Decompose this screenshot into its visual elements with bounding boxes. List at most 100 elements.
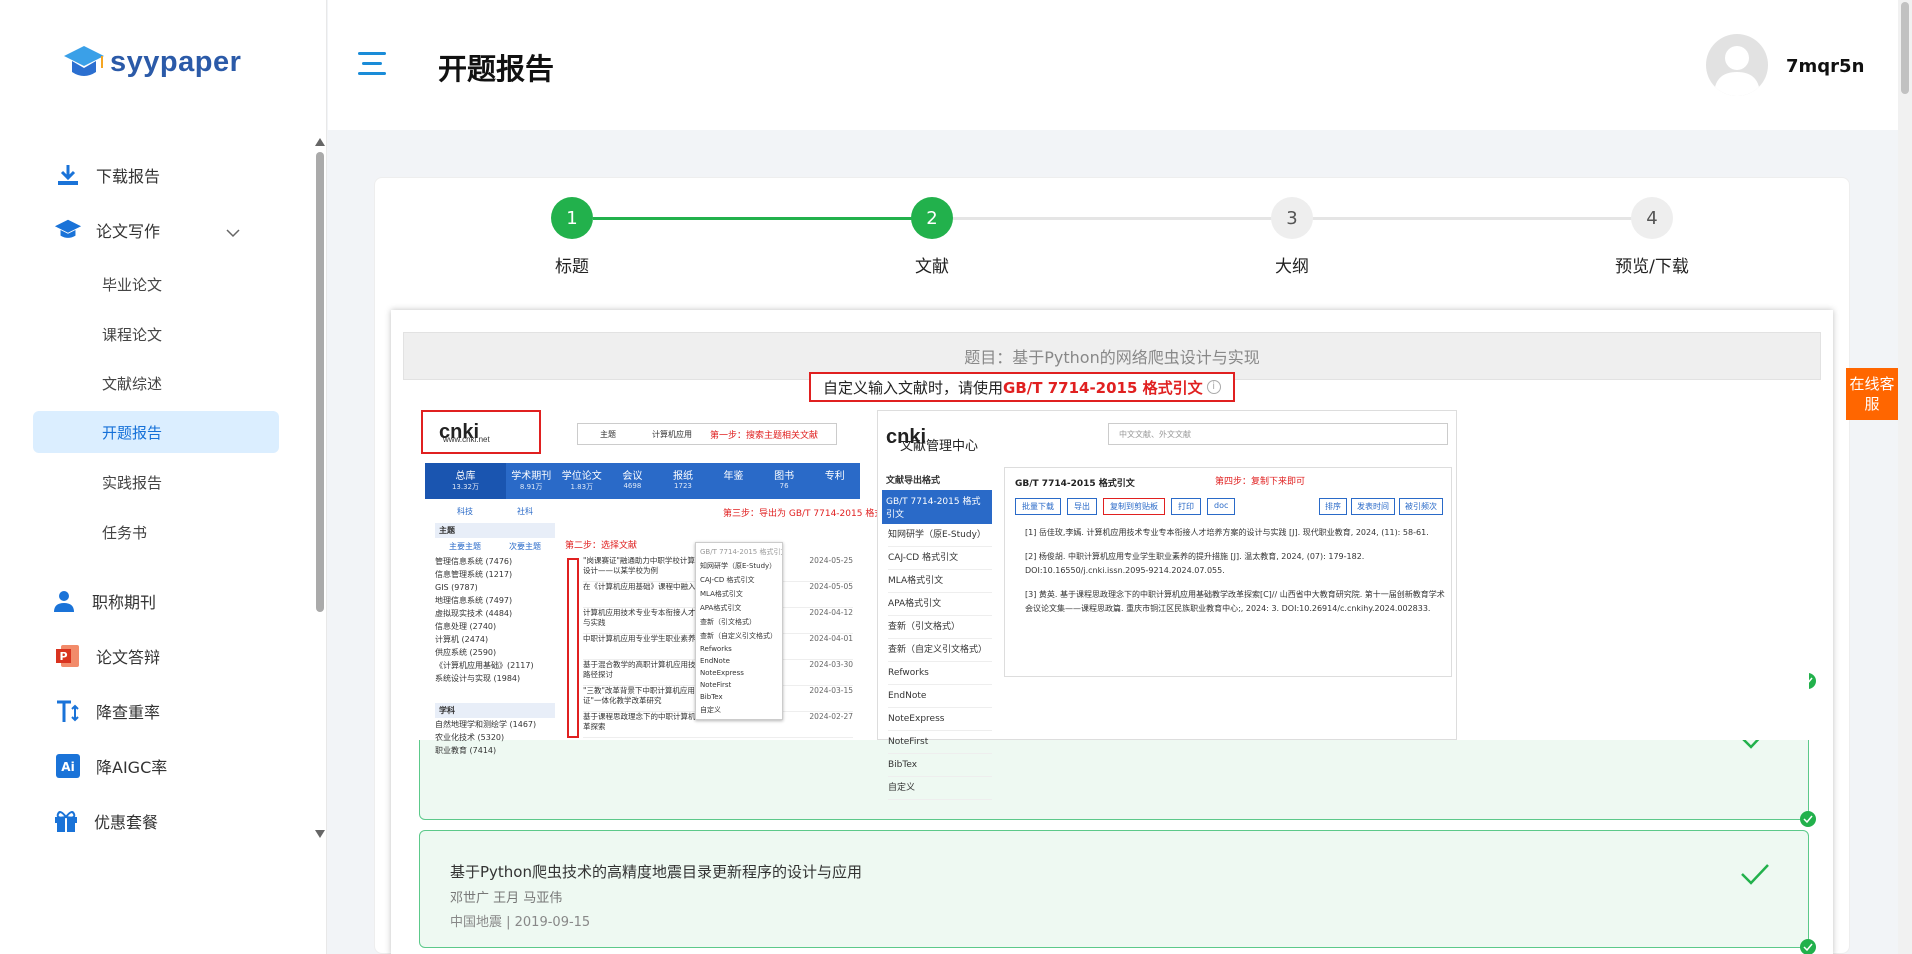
step-4-label: 预览/下载 (1615, 257, 1689, 277)
avatar[interactable] (1706, 34, 1768, 96)
export-menu-item[interactable]: GB/T 7714-2015 格式引文 (696, 545, 782, 559)
sidebar-sub-literature-review[interactable]: 文献综述 (102, 362, 162, 404)
sidebar-item-packages[interactable]: 优惠套餐 (52, 800, 158, 842)
sort-button[interactable]: 排序 (1319, 498, 1347, 515)
info-icon[interactable]: i (1206, 380, 1221, 394)
export-format-item[interactable]: 知网研学（原E-Study） (888, 524, 992, 547)
export-format-item[interactable]: 查新（自定义引文格式） (888, 639, 992, 662)
export-menu-item[interactable]: 自定义 (696, 703, 782, 717)
online-support-label: 在线客服 (1849, 375, 1895, 413)
export-format-item[interactable]: MLA格式引文 (888, 570, 992, 593)
export-format-item[interactable]: NoteExpress (888, 708, 992, 731)
cnki-tab[interactable]: 总库 13.32万 (425, 463, 506, 499)
reference-card[interactable]: 基于Python爬虫技术的高精度地震目录更新程序的设计与应用 邓世广 王月 马亚… (419, 830, 1816, 954)
cnki-tab[interactable]: 年鉴 (708, 463, 759, 499)
export-menu-item[interactable]: 查新（引文格式） (696, 615, 782, 629)
step-2-circle[interactable]: 2 (911, 197, 953, 239)
export-menu-item[interactable]: CAJ-CD 格式引文 (696, 573, 782, 587)
cnki-tab-label: 专利 (824, 471, 845, 482)
mgmt-button[interactable]: doc (1207, 498, 1236, 515)
export-menu-item[interactable]: APA格式引文 (696, 601, 782, 615)
cnki-search-box: 主题 计算机应用 第一步：搜索主题相关文献 (577, 423, 837, 445)
sidebar-item-journal[interactable]: 职称期刊 (50, 580, 156, 622)
sidebar-item-reduce-duplicate[interactable]: 降查重率 (54, 690, 160, 732)
sidebar-sub-proposal-report[interactable]: 开题报告 (33, 411, 279, 453)
username[interactable]: 7mqr5n (1786, 56, 1864, 77)
header: 开题报告 7mqr5n (328, 0, 1912, 130)
export-format-item[interactable]: Refworks (888, 662, 992, 685)
cnki-subject-item[interactable]: 农业化技术 (5320) (435, 731, 555, 744)
online-support-button[interactable]: 在线客服 (1846, 368, 1898, 420)
cnki-site-text: www.cnki.net (443, 434, 490, 444)
export-menu-item[interactable]: Refworks (696, 643, 782, 655)
cnki-tab-label: 年鉴 (723, 471, 744, 482)
cnki-facet-item[interactable]: 《计算机应用基础》(2117) (435, 659, 555, 672)
export-format-item[interactable]: BibTex (888, 754, 992, 777)
scroll-down-arrow-icon[interactable] (315, 830, 325, 838)
page-scrollbar[interactable] (1898, 0, 1912, 954)
step-1-circle[interactable]: 1 (551, 197, 593, 239)
export-menu-item[interactable]: MLA格式引文 (696, 587, 782, 601)
cnki-facet-item[interactable]: GIS (9787) (435, 581, 555, 594)
result-date: 2024-04-01 (809, 634, 853, 643)
cnki-facet-item[interactable]: 虚拟现实技术 (4484) (435, 607, 555, 620)
cnki-facet-item[interactable]: 地理信息系统 (7497) (435, 594, 555, 607)
sidebar-sub-course-paper[interactable]: 课程论文 (102, 313, 162, 355)
export-format-item[interactable]: APA格式引文 (888, 593, 992, 616)
cnki-facet-item[interactable]: 系统设计与实现 (1984) (435, 672, 555, 685)
step-4-circle[interactable]: 4 (1631, 197, 1673, 239)
cnki-subject-item[interactable]: 自然地理学和测绘学 (1467) (435, 718, 555, 731)
mgmt-button[interactable]: 批量下载 (1015, 498, 1061, 515)
cnki-tab[interactable]: 会议 4698 (607, 463, 658, 499)
result-date: 2024-05-05 (809, 582, 853, 591)
menu-toggle-icon[interactable] (358, 52, 386, 78)
logo[interactable]: syypaper (62, 42, 241, 82)
export-format-item[interactable]: CAJ-CD 格式引文 (888, 547, 992, 570)
cnki-facet-item[interactable]: 供应系统 (2590) (435, 646, 555, 659)
mgmt-button[interactable]: 复制到剪贴板 (1103, 498, 1165, 515)
page-scroll-thumb[interactable] (1901, 2, 1909, 94)
sidebar-sub-task-book[interactable]: 任务书 (102, 511, 147, 553)
cnki-tab[interactable]: 学术期刊 8.91万 (506, 463, 557, 499)
scroll-up-arrow-icon[interactable] (315, 138, 325, 146)
sort-button[interactable]: 发表时间 (1351, 498, 1395, 515)
cnki-facet-item[interactable]: 信息处理 (2740) (435, 620, 555, 633)
sidebar-scrollbar[interactable] (315, 138, 325, 838)
export-menu-item[interactable]: NoteExpress (696, 667, 782, 679)
sidebar-scroll-thumb[interactable] (316, 152, 324, 612)
mgmt-button[interactable]: 导出 (1067, 498, 1097, 515)
sidebar-item-download[interactable]: 下载报告 (54, 154, 160, 196)
cnki-facet-item[interactable]: 信息管理系统 (1217) (435, 568, 555, 581)
export-format-list: 知网研学（原E-Study） CAJ-CD 格式引文 MLA格式引文 APA格式引文查… (882, 524, 992, 800)
cnki-tab[interactable]: 图书 76 (759, 463, 810, 499)
export-menu-item[interactable]: 查新（自定义引文格式） (696, 629, 782, 643)
cnki-search-screenshot: cnki www.cnki.net 主题 计算机应用 第一步：搜索主题相关文献 … (421, 410, 901, 755)
export-format-item[interactable]: 查新（引文格式） (888, 616, 992, 639)
export-menu-item[interactable]: NoteFirst (696, 679, 782, 691)
check-icon[interactable] (1740, 863, 1770, 885)
export-menu-item[interactable]: BibTex (696, 691, 782, 703)
sidebar-item-thesis-writing[interactable]: 论文写作 (54, 209, 240, 251)
cnki-subject-item[interactable]: 职业教育 (7414) (435, 744, 555, 757)
sidebar-sub-practice-report[interactable]: 实践报告 (102, 461, 162, 503)
sidebar-sub-graduation-thesis[interactable]: 毕业论文 (102, 263, 162, 305)
reference-title: 基于Python爬虫技术的高精度地震目录更新程序的设计与应用 (450, 863, 862, 881)
cnki-tab[interactable]: 报纸 1723 (658, 463, 709, 499)
sort-button[interactable]: 被引频次 (1399, 498, 1443, 515)
mgmt-button[interactable]: 打印 (1171, 498, 1201, 515)
export-format-item[interactable]: 自定义 (888, 777, 992, 800)
export-menu-item[interactable]: EndNote (696, 655, 782, 667)
export-format-sidebar: 文献导出格式 GB/T 7714-2015 格式引文 知网研学（原E-Study… (882, 469, 992, 800)
cnki-tab[interactable]: 专利 (809, 463, 860, 499)
cnki-facet-item[interactable]: 管理信息系统 (7476) (435, 555, 555, 568)
cnki-facet-item[interactable]: 计算机 (2474) (435, 633, 555, 646)
sidebar-item-defense[interactable]: P 论文答辩 (54, 635, 160, 677)
checkbox-highlight (567, 558, 579, 738)
export-menu-item[interactable]: 知网研学（原E-Study） (696, 559, 782, 573)
export-format-item[interactable]: EndNote (888, 685, 992, 708)
cnki-tab[interactable]: 学位论文 1.83万 (557, 463, 608, 499)
export-format-item[interactable]: NoteFirst (888, 731, 992, 754)
sidebar-item-reduce-aigc[interactable]: Ai 降AIGC率 (54, 745, 167, 787)
step-3-circle[interactable]: 3 (1271, 197, 1313, 239)
exported-reference: [1] 岳佳玫,李嫣. 计算机应用技术专业专本衔接人才培养方案的设计与实践 [J… (1025, 528, 1429, 537)
